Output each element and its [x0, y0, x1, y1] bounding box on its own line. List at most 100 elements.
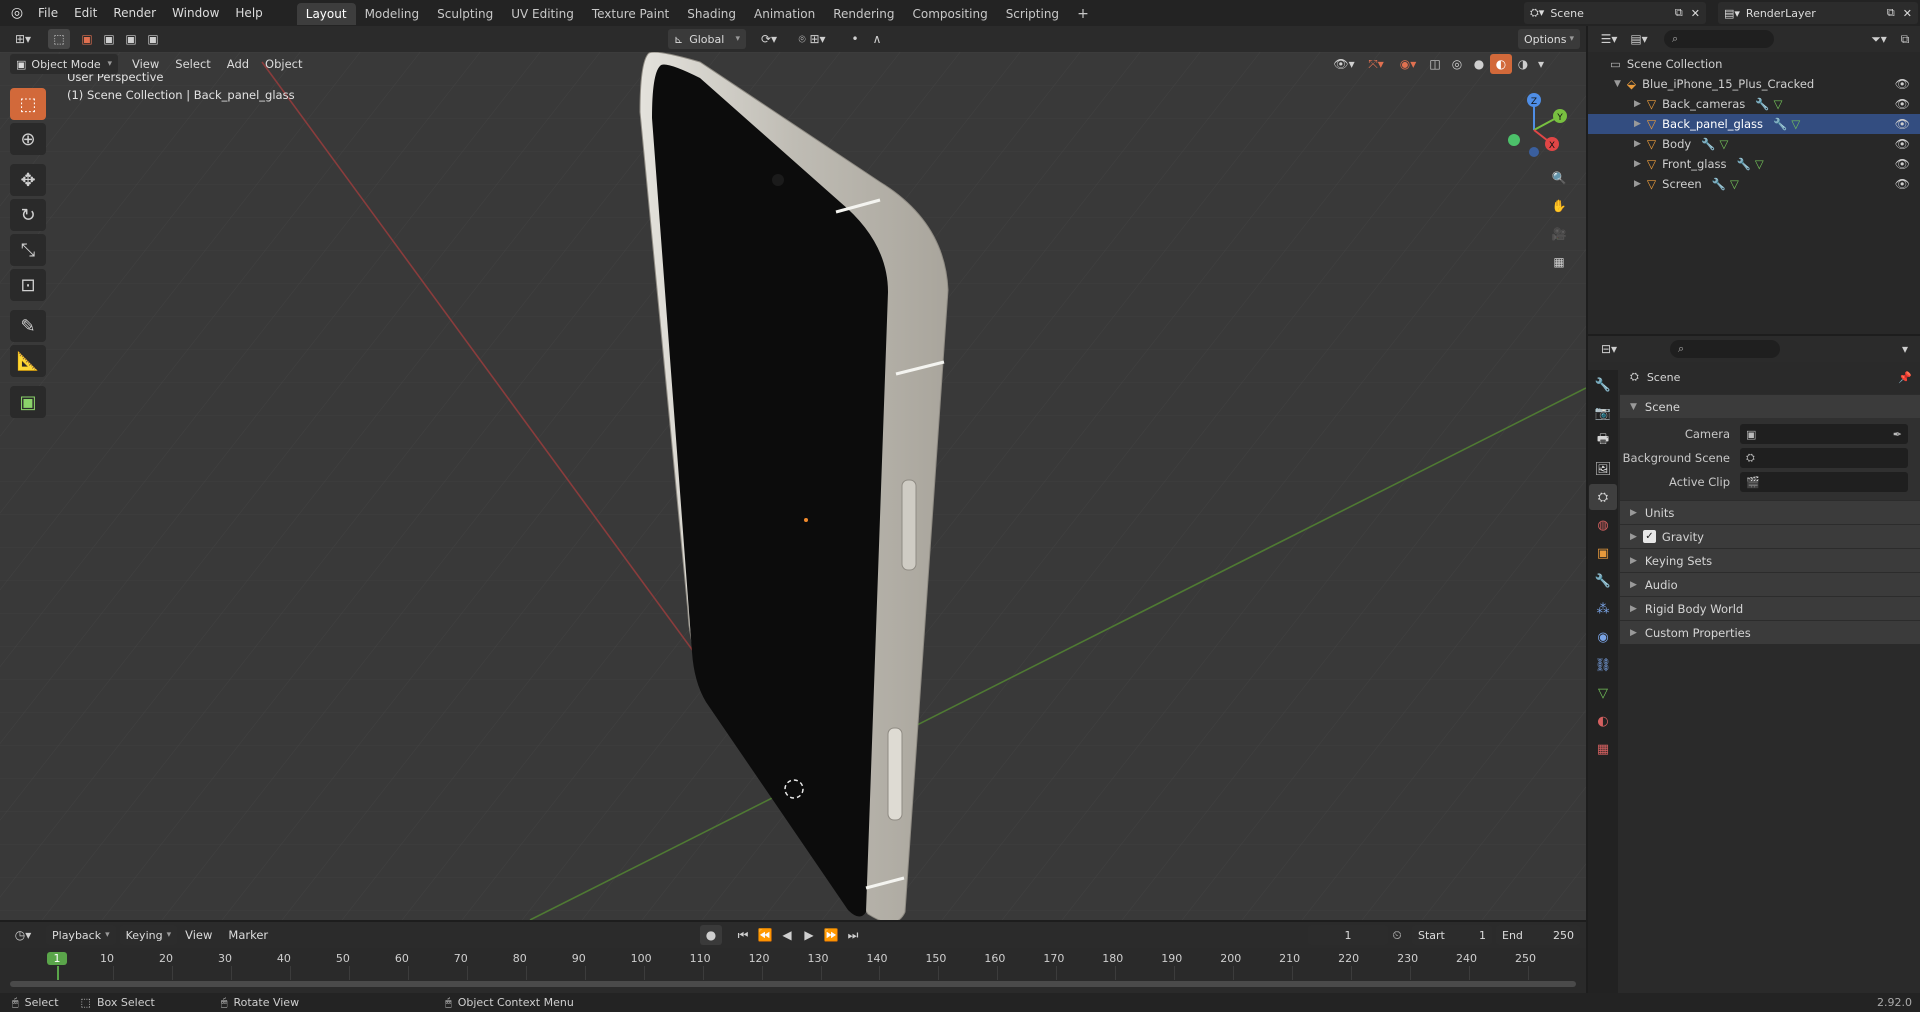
properties-editor-icon[interactable]: ⊟▾ [1594, 339, 1624, 359]
material-shading-icon[interactable]: ◐ [1490, 54, 1512, 74]
proportional-edit-icon[interactable]: • [844, 29, 866, 49]
timeline-editor-icon[interactable]: ◷▾ [8, 925, 38, 945]
mesh-data-icon[interactable]: ▽ [1720, 137, 1729, 151]
eyedropper-icon[interactable]: ✒ [1893, 428, 1902, 441]
eye-icon[interactable]: 👁 [1895, 177, 1910, 191]
object-mode-dropdown[interactable]: ▣ Object Mode ▾ [10, 54, 118, 74]
gravity-checkbox[interactable]: ✓ [1642, 530, 1656, 543]
world-tab-icon[interactable]: ◍ [1589, 512, 1617, 538]
menu-window[interactable]: Window [164, 0, 227, 26]
filter-icon[interactable]: ⏷▾ [1864, 29, 1894, 49]
constraints-tab-icon[interactable]: ⛓ [1589, 652, 1617, 678]
scale-tool-icon[interactable]: ⤡ [10, 234, 46, 266]
start-frame-field[interactable]: Start 1 [1412, 925, 1492, 945]
options-dropdown[interactable]: Options ▾ [1518, 29, 1580, 49]
viewport-menu-select[interactable]: Select [167, 52, 218, 76]
timeline-scrollbar[interactable] [10, 981, 1576, 987]
outliner-row-back-panel-glass[interactable]: ▶ ▽ Back_panel_glass 🔧 ▽ 👁 [1588, 114, 1920, 134]
transform-orientation-dropdown[interactable]: ⊾ Global ▾ [668, 29, 746, 49]
object-origin[interactable] [804, 518, 808, 522]
view-layer-tab-icon[interactable]: 🖼 [1589, 456, 1617, 482]
tab-shading[interactable]: Shading [678, 3, 745, 25]
background-scene-field[interactable]: ⛭ [1740, 448, 1908, 468]
gizmo-toggle-icon[interactable]: ⤧▾ [1360, 54, 1392, 74]
transform-tool-icon[interactable]: ⊡ [10, 269, 46, 301]
tab-uv-editing[interactable]: UV Editing [502, 3, 583, 25]
viewport-menu-add[interactable]: Add [219, 52, 257, 76]
play-icon[interactable]: ▶ [798, 925, 820, 945]
close-icon[interactable]: ✕ [1903, 7, 1912, 20]
tab-compositing[interactable]: Compositing [903, 3, 996, 25]
gizmo-neg-x[interactable] [1508, 134, 1520, 146]
copy-layer-icon[interactable]: ⧉ [1887, 6, 1895, 20]
tool-tab-icon[interactable]: 🔧 [1589, 372, 1617, 398]
expand-chevron-icon[interactable]: ▶ [1634, 179, 1641, 189]
scene-selector[interactable]: ⛭▾ Scene ⧉ ✕ [1524, 2, 1706, 24]
keying-dropdown[interactable]: Keying ▾ [119, 925, 178, 945]
data-tab-icon[interactable]: ▽ [1589, 680, 1617, 706]
modifier-icon[interactable]: 🔧 [1737, 157, 1751, 171]
ortho-grid-icon[interactable]: ▦ [1548, 252, 1570, 272]
end-frame-field[interactable]: End 250 [1496, 925, 1580, 945]
falloff-icon[interactable]: ∧ [866, 29, 888, 49]
modifier-icon[interactable]: 🔧 [1712, 177, 1726, 191]
tab-rendering[interactable]: Rendering [824, 3, 903, 25]
jump-start-icon[interactable]: ⏮ [732, 925, 754, 945]
tab-scripting[interactable]: Scripting [997, 3, 1068, 25]
outliner-row-screen[interactable]: ▶ ▽ Screen 🔧 ▽ 👁 [1588, 174, 1920, 194]
timeline-menu-view[interactable]: View [177, 922, 220, 948]
tab-texture-paint[interactable]: Texture Paint [583, 3, 678, 25]
wireframe-shading-icon[interactable]: ◎ [1446, 54, 1468, 74]
render-tab-icon[interactable]: 📷 [1589, 400, 1617, 426]
shading-options-icon[interactable]: ▾ [1534, 54, 1548, 74]
eye-icon[interactable]: 👁 [1895, 97, 1910, 111]
expand-chevron-icon[interactable]: ▶ [1634, 159, 1641, 169]
properties-search-input[interactable]: ⌕ [1670, 340, 1780, 358]
playback-dropdown[interactable]: Playback ▾ [46, 925, 116, 945]
outliner-row-scene-collection[interactable]: ▭ Scene Collection [1588, 54, 1920, 74]
new-collection-icon[interactable]: ⧉ [1894, 29, 1916, 49]
viewport-menu-object[interactable]: Object [257, 52, 310, 76]
select-box-tool-icon[interactable]: ⬚ [10, 88, 46, 120]
expand-chevron-icon[interactable]: ▶ [1634, 99, 1641, 109]
outliner-row-front-glass[interactable]: ▶ ▽ Front_glass 🔧 ▽ 👁 [1588, 154, 1920, 174]
current-frame-field[interactable]: 1 [1308, 925, 1388, 945]
properties-options-icon[interactable]: ▾ [1894, 339, 1916, 359]
eye-icon[interactable]: 👁 [1895, 77, 1910, 91]
jump-keyframe-forward-icon[interactable]: ⏩ [820, 925, 842, 945]
properties-editor[interactable]: ⊟▾ ⌕ ▾ 🔧 📷 🖶 🖼 ⛭ ◍ ▣ 🔧 ⁂ ◉ ⛓ ▽ ◐ ▦ ⛭ Sce… [1588, 336, 1920, 993]
menu-file[interactable]: File [30, 0, 66, 26]
viewport-menu-view[interactable]: View [124, 52, 167, 76]
panel-rigid-body-header[interactable]: ▶ Rigid Body World [1620, 596, 1920, 620]
expand-chevron-icon[interactable]: ▶ [1634, 139, 1641, 149]
jump-keyframe-back-icon[interactable]: ⏪ [754, 925, 776, 945]
tab-layout[interactable]: Layout [296, 3, 356, 25]
active-clip-field[interactable]: 🎬 [1740, 472, 1908, 492]
view-layer-selector[interactable]: ▤▾ RenderLayer ⧉ ✕ [1718, 2, 1918, 24]
modifier-icon[interactable]: 🔧 [1701, 137, 1715, 151]
playhead-line[interactable] [57, 966, 59, 980]
modifier-icon[interactable]: 🔧 [1773, 117, 1787, 131]
add-cube-tool-icon[interactable]: ▣ [10, 386, 46, 418]
panel-keying-sets-header[interactable]: ▶ Keying Sets [1620, 548, 1920, 572]
tab-animation[interactable]: Animation [745, 3, 824, 25]
select-extend-icon[interactable]: ▣ [98, 29, 120, 49]
add-workspace-button[interactable]: + [1068, 3, 1098, 25]
object-tab-icon[interactable]: ▣ [1589, 540, 1617, 566]
playhead-frame-marker[interactable]: 1 [47, 952, 67, 965]
annotate-tool-icon[interactable]: ✎ [10, 310, 46, 342]
expand-chevron-icon[interactable]: ▼ [1614, 79, 1621, 89]
panel-gravity-header[interactable]: ▶ ✓ Gravity [1620, 524, 1920, 548]
select-invert-icon[interactable]: ▣ [142, 29, 164, 49]
eye-icon[interactable]: 👁 [1895, 157, 1910, 171]
mesh-data-icon[interactable]: ▽ [1730, 177, 1739, 191]
3d-viewport[interactable]: User Perspective (1) Scene Collection | … [0, 52, 1586, 920]
outliner-search-input[interactable]: ⌕ [1664, 30, 1774, 48]
editor-type-icon[interactable]: ⊞▾ [8, 29, 38, 49]
output-tab-icon[interactable]: 🖶 [1589, 428, 1617, 454]
timeline-ruler[interactable]: 1 10 20 30 40 50 60 70 80 90 100 110 120 130 140 150 160… [0, 948, 1586, 980]
menu-edit[interactable]: Edit [66, 0, 105, 26]
overlay-toggle-icon[interactable]: ◉▾ [1392, 54, 1424, 74]
mesh-data-icon[interactable]: ▽ [1791, 117, 1800, 131]
mesh-data-icon[interactable]: ▽ [1755, 157, 1764, 171]
